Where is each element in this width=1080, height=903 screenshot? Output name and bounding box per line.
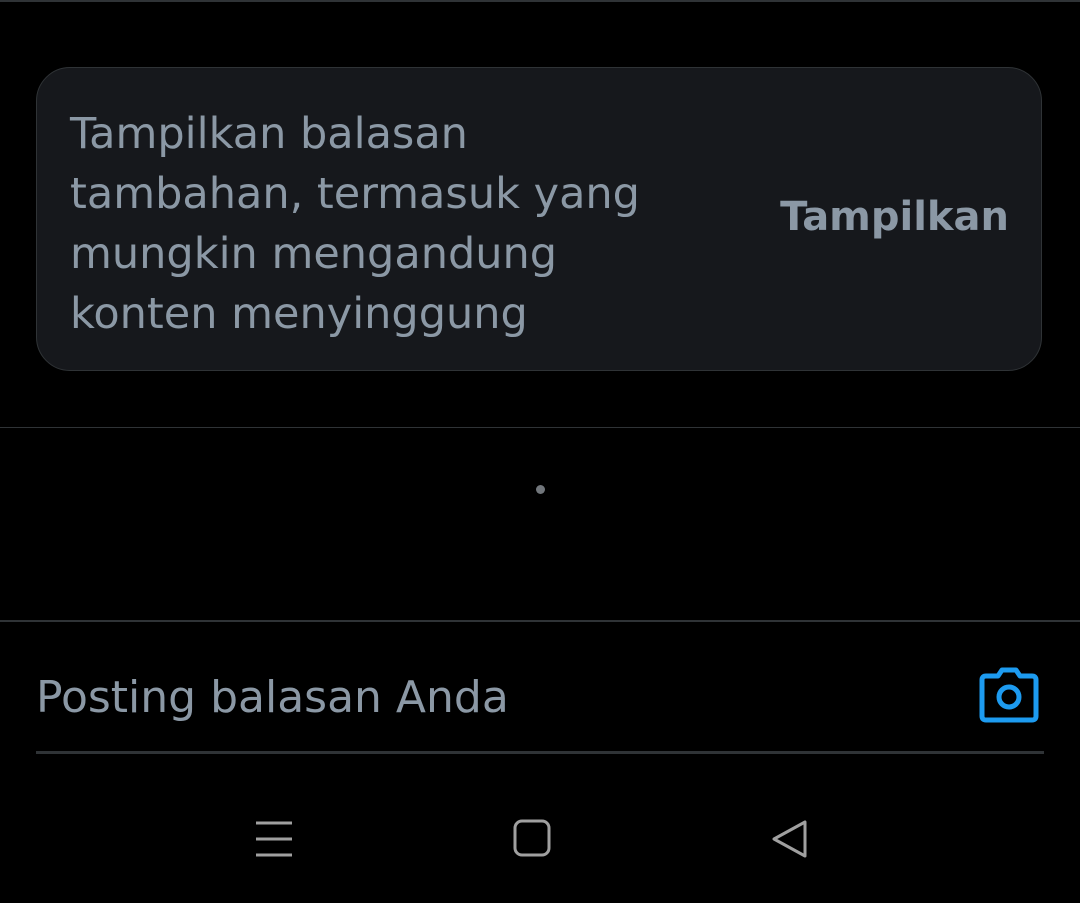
reply-composer[interactable]: Posting balasan Anda: [36, 650, 1044, 754]
loading-indicator: [536, 485, 545, 494]
notice-message: Tampilkan balasan tambahan, termasuk yan…: [70, 109, 640, 339]
show-replies-button[interactable]: Tampilkan: [780, 194, 1009, 240]
back-icon[interactable]: [765, 814, 815, 864]
screen: Tampilkan balasan tambahan, termasuk yan…: [0, 0, 1080, 903]
home-icon[interactable]: [506, 814, 556, 864]
menu-icon[interactable]: [249, 814, 299, 864]
camera-icon[interactable]: [978, 666, 1040, 726]
sensitive-replies-notice: Tampilkan balasan tambahan, termasuk yan…: [36, 67, 1042, 371]
section-divider: [0, 427, 1080, 428]
top-divider: [0, 0, 1080, 2]
reply-input[interactable]: Posting balasan Anda: [36, 672, 509, 723]
system-navigation-bar: [0, 790, 1080, 903]
composer-divider: [0, 620, 1080, 622]
